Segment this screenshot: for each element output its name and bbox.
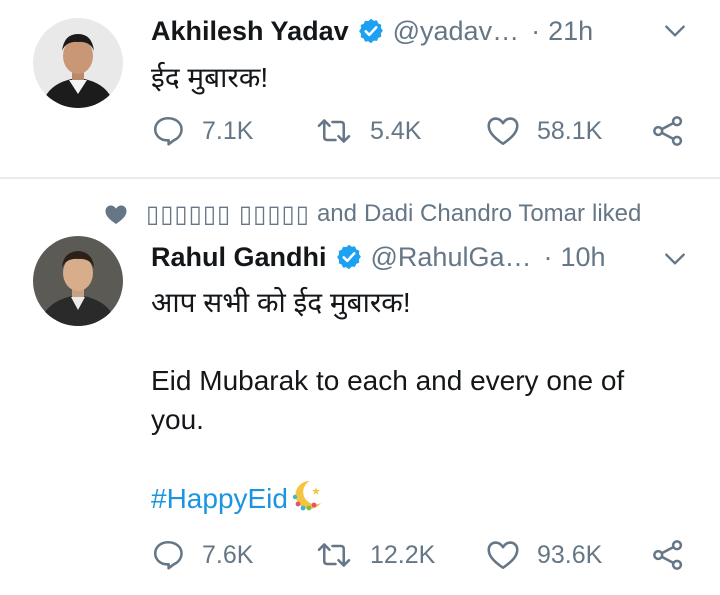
retweet-button[interactable]: 12.2K — [314, 535, 435, 575]
tweet-text: ईद मुबारक! — [151, 58, 671, 97]
like-count: 58.1K — [537, 116, 603, 145]
reply-icon — [153, 116, 183, 146]
like-button[interactable]: 58.1K — [485, 111, 602, 151]
eid-moon-emoji — [292, 480, 321, 511]
share-button[interactable] — [650, 535, 686, 575]
separator-dot: · — [531, 15, 541, 46]
author-handle[interactable]: @RahulGa… — [371, 242, 532, 273]
action-bar: 7.1K 5.4K 58.1K — [150, 111, 710, 151]
tweet-text-line: Eid Mubarak to each and every one of you… — [151, 365, 625, 435]
tweet-header: Akhilesh Yadav @yadav… · 21h — [151, 11, 593, 51]
tweet-rahul-gandhi[interactable]: ▯▯▯▯▯▯ ▯▯▯▯▯ and Dadi Chandro Tomar like… — [0, 179, 720, 595]
author-name[interactable]: Rahul Gandhi — [151, 242, 327, 273]
like-button[interactable]: 93.6K — [485, 535, 602, 575]
liker-name-two[interactable]: Dadi Chandro Tomar — [364, 200, 585, 228]
avatar[interactable] — [33, 18, 123, 108]
hashtag-link[interactable]: #HappyEid — [151, 483, 288, 514]
social-context: ▯▯▯▯▯▯ ▯▯▯▯▯ and Dadi Chandro Tomar like… — [104, 197, 641, 231]
reply-icon — [153, 540, 183, 570]
verified-badge-icon — [358, 18, 383, 44]
liked-label: liked — [592, 200, 642, 227]
chevron-down-icon[interactable] — [662, 246, 688, 272]
tweet-header: Rahul Gandhi @RahulGa… · 10h — [151, 237, 606, 277]
avatar[interactable] — [33, 236, 123, 326]
tweet-timestamp[interactable]: 10h — [560, 242, 605, 273]
verified-badge-icon — [336, 244, 361, 270]
tweet-akhilesh-yadav[interactable]: Akhilesh Yadav @yadav… · 21h ईद मुबारक! … — [0, 0, 720, 178]
retweet-button[interactable]: 5.4K — [314, 111, 421, 151]
avatar-image — [33, 18, 123, 108]
avatar-image — [33, 236, 123, 326]
tweet-text-line: आप सभी को ईद मुबारक! — [151, 287, 411, 318]
like-icon — [487, 117, 519, 146]
liker-name-one[interactable]: ▯▯▯▯▯▯ ▯▯▯▯▯ — [146, 200, 310, 229]
liker-conjunction: and — [316, 200, 357, 227]
retweet-icon — [317, 543, 351, 567]
reply-button[interactable]: 7.1K — [150, 111, 253, 151]
tweet-timestamp[interactable]: 21h — [548, 16, 593, 47]
tweet-text: आप सभी को ईद मुबारक! Eid Mubarak to each… — [151, 283, 671, 518]
retweet-count: 12.2K — [370, 540, 436, 569]
like-count: 93.6K — [537, 540, 603, 569]
share-icon — [653, 116, 683, 146]
tweet-text-line: ईद मुबारक! — [151, 62, 269, 93]
hashtag-line: #HappyEid — [151, 478, 671, 518]
chevron-down-icon[interactable] — [662, 18, 688, 44]
reply-count: 7.6K — [202, 540, 254, 569]
share-button[interactable] — [650, 111, 686, 151]
author-name[interactable]: Akhilesh Yadav — [151, 16, 349, 47]
heart-icon — [105, 205, 127, 224]
retweet-icon — [317, 119, 351, 143]
author-handle[interactable]: @yadav… — [393, 16, 519, 47]
separator-dot: · — [543, 241, 553, 272]
retweet-count: 5.4K — [370, 116, 422, 145]
like-icon — [487, 541, 519, 570]
reply-button[interactable]: 7.6K — [150, 535, 253, 575]
reply-count: 7.1K — [202, 116, 254, 145]
share-icon — [653, 540, 683, 570]
action-bar: 7.6K 12.2K 93.6K — [150, 535, 710, 575]
